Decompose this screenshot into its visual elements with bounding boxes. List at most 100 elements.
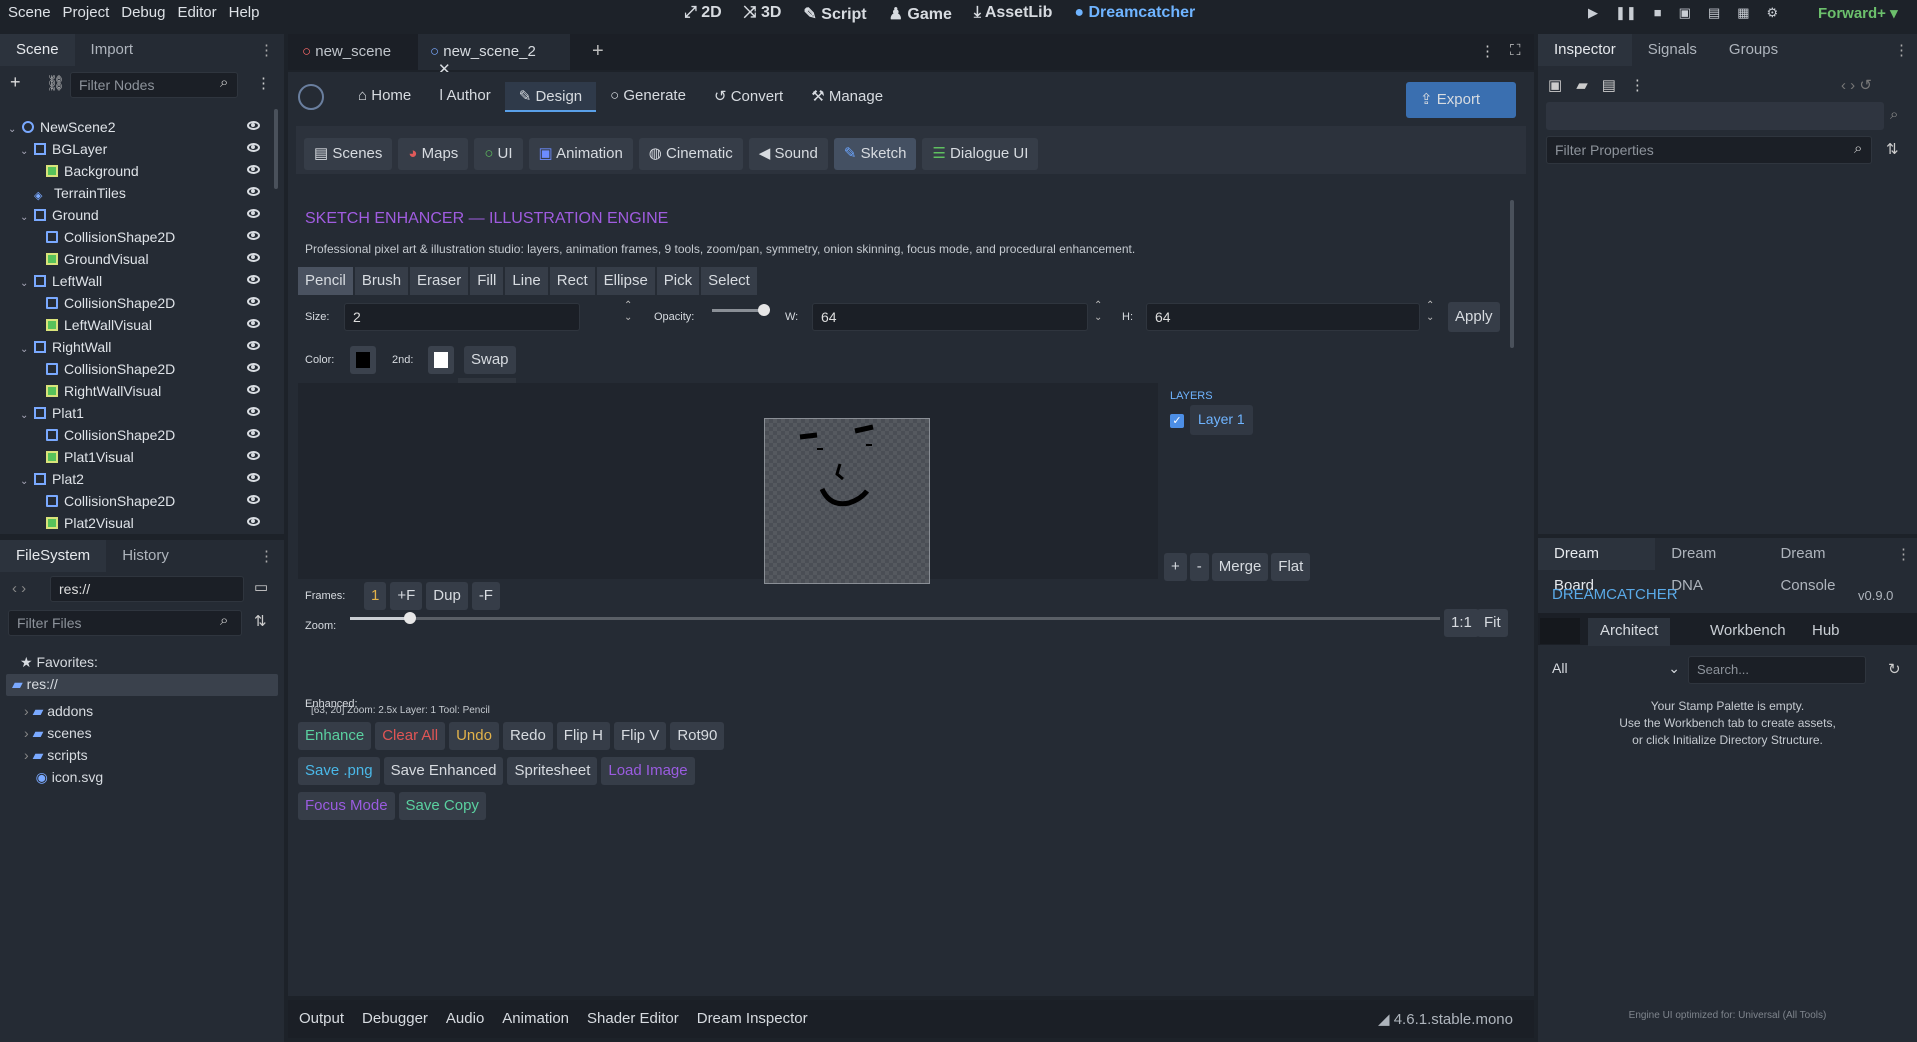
object-history-icon[interactable]: ⌕ — [1890, 106, 1898, 123]
primary-color-swatch[interactable] — [350, 346, 376, 374]
split-view-icon[interactable]: ▭ — [254, 578, 268, 596]
visibility-eye-icon[interactable] — [247, 495, 260, 504]
menu-project[interactable]: Project — [61, 4, 120, 21]
save-enhanced-button[interactable]: Save Enhanced — [383, 757, 504, 785]
scene-tree-row[interactable]: Plat1Visual — [0, 446, 280, 468]
scene-tree-row[interactable]: CollisionShape2D — [0, 490, 280, 512]
bell-icon[interactable]: ◢ — [1378, 1011, 1390, 1028]
tool-pencil[interactable]: Pencil — [298, 267, 353, 295]
secondary-color-swatch[interactable] — [428, 346, 454, 374]
load-image-button[interactable]: Load Image — [601, 757, 695, 785]
sort-icon[interactable]: ⇅ — [254, 612, 267, 630]
tree-scrollbar[interactable] — [274, 109, 278, 189]
enhance-button[interactable]: Enhance — [298, 722, 372, 750]
fs-menu-icon[interactable]: ⋮ — [259, 547, 274, 565]
redo-button[interactable]: Redo — [502, 722, 553, 750]
visibility-eye-icon[interactable] — [247, 363, 260, 372]
bottom-tab-animation[interactable]: Animation — [493, 1010, 578, 1027]
filter-nodes-input[interactable]: Filter Nodes — [70, 72, 238, 98]
mode-assetlib[interactable]: ⤓ AssetLib — [974, 4, 1053, 24]
scene-tree-row[interactable]: ◈ TerrainTiles — [0, 182, 280, 204]
tool-rect[interactable]: Rect — [549, 267, 595, 295]
tool-fill[interactable]: Fill — [470, 267, 504, 295]
dream-subtab-blank[interactable] — [1540, 618, 1580, 644]
tool-brush[interactable]: Brush — [354, 267, 409, 295]
rotate-90-button[interactable]: Rot90 — [670, 722, 725, 750]
stamp-search-input[interactable]: Search... — [1688, 656, 1866, 684]
fs-folder-scenes[interactable]: › ▰ scenes — [24, 722, 103, 744]
back-icon[interactable]: ‹ › — [12, 580, 26, 597]
bottom-tab-shader-editor[interactable]: Shader Editor — [578, 1010, 688, 1027]
mode-2d[interactable]: ⤢ 2D — [684, 4, 722, 24]
menu-debug[interactable]: Debug — [119, 4, 175, 21]
add-tab-icon[interactable]: + — [592, 40, 604, 63]
visibility-eye-icon[interactable] — [247, 341, 260, 350]
nav-generate[interactable]: ○ Generate — [596, 82, 700, 112]
mode-script[interactable]: ✎ Script — [803, 4, 866, 24]
history-nav-icon[interactable]: ‹ › ↺ — [1841, 76, 1872, 94]
nav-author[interactable]: ǀ Author — [425, 82, 504, 112]
scene-tree-row[interactable]: ⌄ BGLayer — [0, 138, 280, 160]
tool-ellipse[interactable]: Ellipse — [596, 267, 655, 295]
visibility-eye-icon[interactable] — [247, 231, 260, 240]
remove-layer-button[interactable]: - — [1189, 553, 1209, 581]
scene-tree-row[interactable]: LeftWallVisual — [0, 314, 280, 336]
subtab-ui[interactable]: ○ UI — [474, 138, 523, 170]
size-spinner-icon[interactable]: ⌃ ⌄ — [624, 300, 632, 324]
dream-menu-icon[interactable]: ⋮ — [1896, 545, 1911, 563]
visibility-eye-icon[interactable] — [247, 209, 260, 218]
height-input[interactable]: 64 — [1146, 303, 1420, 331]
link-icon[interactable]: ⛓ — [46, 74, 65, 92]
distraction-free-icon[interactable]: ⛶ — [1510, 42, 1521, 59]
remove-frame-button[interactable]: -F — [471, 582, 500, 610]
focus-mode-button[interactable]: Focus Mode — [298, 792, 395, 820]
size-input[interactable]: 2 — [344, 303, 580, 331]
zoom-1to1-button[interactable]: 1:1 — [1444, 609, 1479, 637]
add-layer-button[interactable]: + — [1164, 553, 1187, 581]
play-icon[interactable]: ▶ — [1588, 5, 1598, 21]
layer1-item[interactable]: Layer 1 — [1190, 405, 1253, 435]
nav-home[interactable]: ⌂ Home — [344, 82, 425, 112]
inspector-menu-icon[interactable]: ⋮ — [1894, 41, 1909, 59]
tab-dream-dna[interactable]: Dream DNA — [1655, 538, 1764, 594]
visibility-eye-icon[interactable] — [247, 253, 260, 262]
add-frame-button[interactable]: +F — [390, 582, 423, 610]
sketch-scrollbar[interactable] — [1510, 200, 1514, 348]
renderer-select[interactable]: Forward+ ▾ — [1818, 4, 1898, 22]
visibility-eye-icon[interactable] — [247, 451, 260, 460]
nav-manage[interactable]: ⚒ Manage — [797, 82, 897, 112]
visibility-eye-icon[interactable] — [247, 429, 260, 438]
mode-dreamcatcher[interactable]: ● Dreamcatcher — [1074, 4, 1195, 24]
nav-convert[interactable]: ↺ Convert — [700, 82, 797, 112]
menu-editor[interactable]: Editor — [175, 4, 226, 21]
doc-tab-new-scene-2[interactable]: ○ new_scene_2 ✕ — [418, 34, 570, 78]
bottom-tab-debugger[interactable]: Debugger — [353, 1010, 437, 1027]
sketch-canvas[interactable] — [764, 418, 930, 584]
scene-tree-row[interactable]: RightWallVisual — [0, 380, 280, 402]
scene-tree-row[interactable]: CollisionShape2D — [0, 226, 280, 248]
path-input[interactable]: res:// — [50, 576, 244, 602]
more-icon[interactable]: ⋮ — [1630, 76, 1645, 94]
tab-dream-board[interactable]: Dream Board — [1538, 538, 1656, 594]
save-png-button[interactable]: Save .png — [298, 757, 380, 785]
visibility-eye-icon[interactable] — [247, 473, 260, 482]
dream-subtab-hub[interactable]: Hub — [1800, 618, 1852, 643]
favorites-row[interactable]: ★ Favorites: — [20, 654, 98, 671]
stop-icon[interactable]: ■ — [1654, 5, 1662, 21]
zoom-slider-handle[interactable] — [404, 612, 416, 624]
scene-tree-row[interactable]: ⌄ Plat1 — [0, 402, 280, 424]
play-scene-icon[interactable]: ▦ — [1737, 5, 1749, 21]
flip-h-button[interactable]: Flip H — [556, 722, 610, 750]
dream-subtab-architect[interactable]: Architect — [1588, 618, 1671, 646]
visibility-eye-icon[interactable] — [247, 385, 260, 394]
add-node-icon[interactable]: + — [10, 72, 21, 93]
subtab-sketch[interactable]: ✎ Sketch — [833, 138, 917, 170]
tabs-menu-icon[interactable]: ⋮ — [1480, 42, 1495, 60]
subtab-sound[interactable]: ◀ Sound — [748, 138, 828, 170]
scene-tree-row[interactable]: CollisionShape2D — [0, 424, 280, 446]
visibility-eye-icon[interactable] — [247, 275, 260, 284]
refresh-icon[interactable]: ↻ — [1888, 660, 1901, 678]
opacity-slider-handle[interactable] — [758, 304, 770, 316]
pause-icon[interactable]: ❚❚ — [1615, 5, 1637, 21]
tab-import[interactable]: Import — [75, 34, 150, 66]
